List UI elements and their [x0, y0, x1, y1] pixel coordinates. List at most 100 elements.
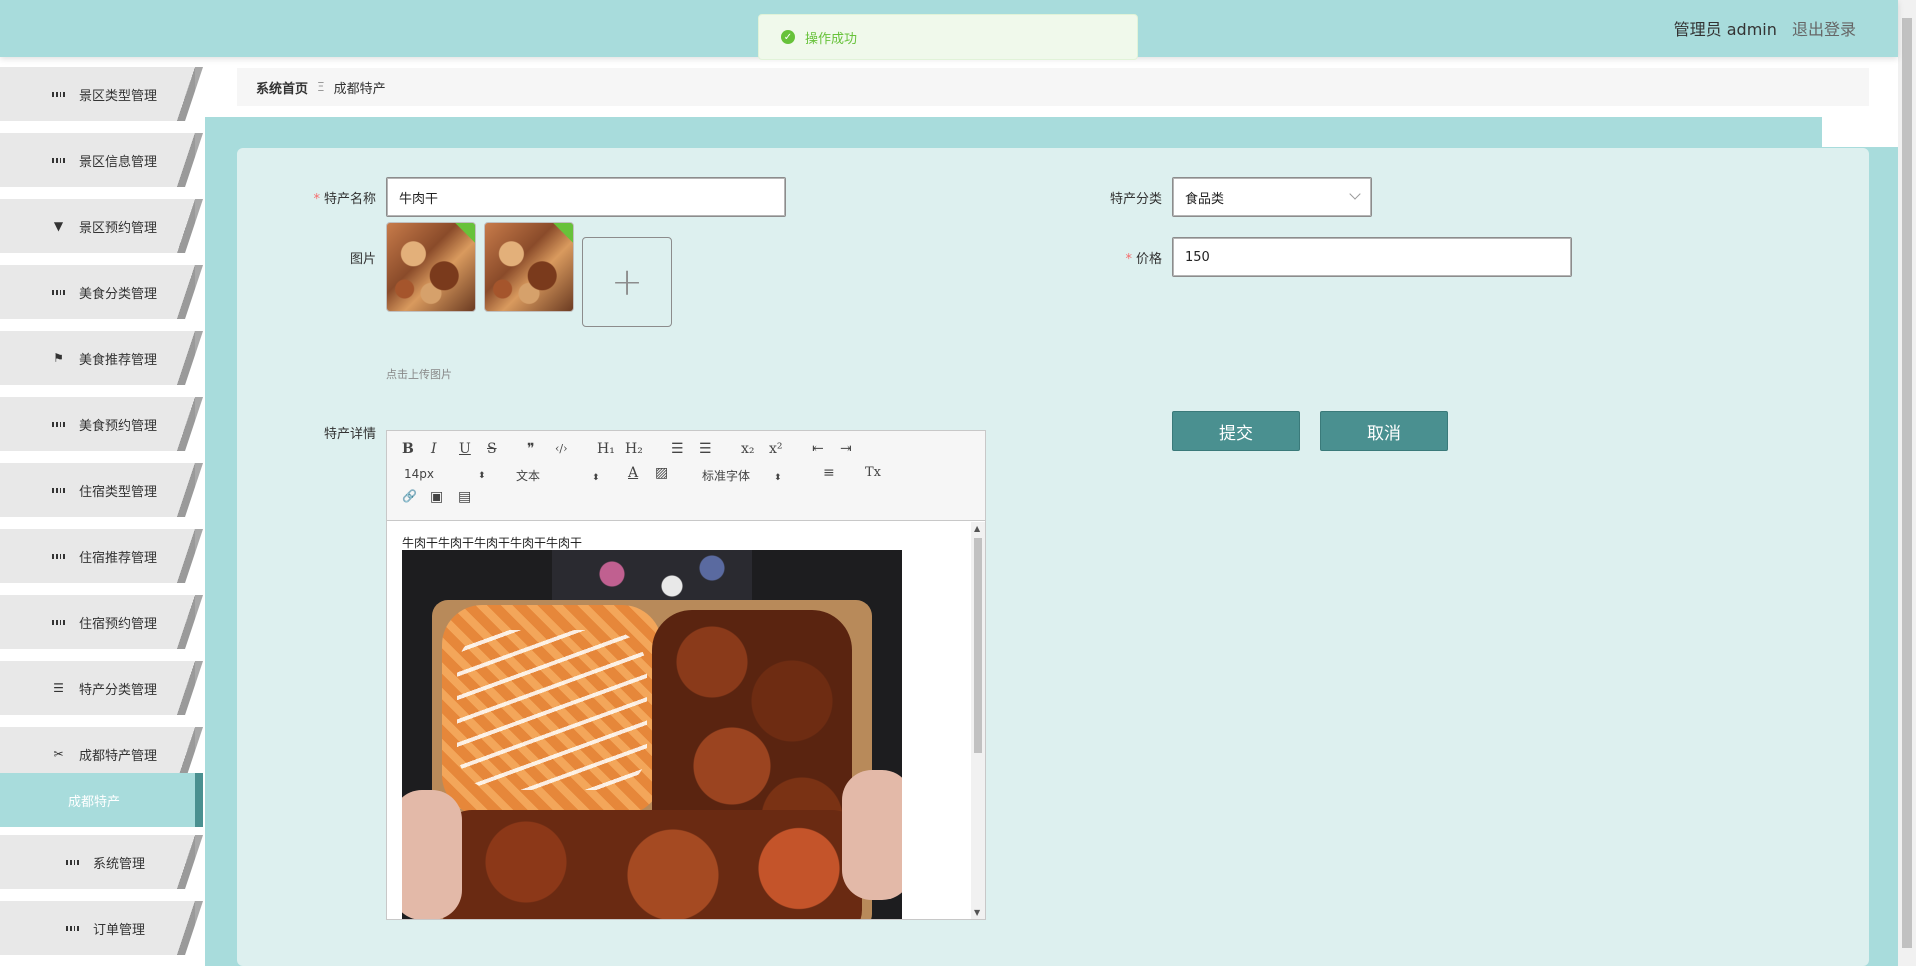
category-label: 特产分类	[1109, 192, 1162, 207]
price-label: * 价格	[1125, 252, 1162, 267]
sidebar-item-system[interactable]: 系统管理	[0, 835, 203, 889]
sidebar-item-lodging-type[interactable]: 住宿类型管理	[0, 463, 203, 517]
submenu-item-chengdu-specialty[interactable]: 成都特产	[0, 773, 203, 827]
sidebar-item-label: 系统管理	[93, 856, 146, 872]
sidebar-item-label: 特产分类管理	[79, 682, 158, 698]
sidebar-item-orders[interactable]: 订单管理	[0, 901, 203, 955]
link-button[interactable]: 🔗	[402, 489, 417, 503]
category-select-value: 食品类	[1185, 191, 1225, 207]
grid-icon	[66, 856, 79, 869]
submit-button[interactable]: 提交	[1172, 411, 1300, 451]
indent-button[interactable]: ⇥	[840, 441, 852, 457]
upload-button[interactable]: +	[582, 237, 672, 327]
uploaded-image-1[interactable]	[386, 222, 476, 312]
price-input[interactable]: 150	[1172, 237, 1572, 277]
sidebar-item-lodging-booking[interactable]: 住宿预约管理	[0, 595, 203, 649]
code-button[interactable]: ‹/›	[555, 442, 568, 455]
font-family-select[interactable]: 标准字体 ⬍	[702, 467, 782, 484]
ordered-list-button[interactable]: ☰	[671, 441, 684, 457]
outdent-button[interactable]: ⇤	[812, 441, 824, 457]
h1-button[interactable]: H₁	[597, 441, 615, 457]
sidebar-item-specialty-category[interactable]: ☰ 特产分类管理	[0, 661, 203, 715]
background-color-button[interactable]: ▨	[655, 465, 668, 481]
sidebar-item-food-recommend[interactable]: ⚑ 美食推荐管理	[0, 331, 203, 385]
logout-link[interactable]: 退出登录	[1792, 20, 1856, 39]
bullet-list-button[interactable]: ☰	[699, 441, 712, 457]
stamp-icon: ▼	[53, 219, 64, 233]
toast-message: 操作成功	[805, 31, 858, 47]
editor-text: 牛肉干牛肉干牛肉干牛肉干牛肉干	[402, 536, 583, 550]
category-select[interactable]: 食品类	[1172, 177, 1372, 217]
detail-label: 特产详情	[323, 427, 376, 442]
align-button[interactable]: ≡	[823, 465, 835, 481]
sidebar-item-scenic-booking[interactable]: ▼ 景区预约管理	[0, 199, 203, 253]
updown-icon: ⬍	[592, 473, 600, 483]
sidebar-item-food-category[interactable]: 美食分类管理	[0, 265, 203, 319]
text-color-button[interactable]: A	[628, 465, 638, 481]
success-toast: ✓ 操作成功	[758, 14, 1138, 60]
sidebar-item-lodging-recommend[interactable]: 住宿推荐管理	[0, 529, 203, 583]
sidebar-item-label: 住宿预约管理	[79, 616, 158, 632]
sidebar-item-label: 美食分类管理	[79, 286, 158, 302]
price-input-value: 150	[1185, 249, 1210, 265]
flag-icon: ⚑	[53, 351, 64, 365]
sidebar-item-label: 景区预约管理	[79, 220, 158, 236]
sidebar-item-label: 景区信息管理	[79, 154, 158, 170]
sidebar-item-label: 住宿类型管理	[79, 484, 158, 500]
font-size-select[interactable]: 14px ⬍	[404, 467, 486, 481]
grid-icon	[52, 418, 65, 431]
breadcrumb-home[interactable]: 系统首页	[256, 78, 308, 97]
submenu-item-label: 成都特产	[68, 794, 121, 810]
scroll-down-icon[interactable]: ▼	[974, 908, 980, 917]
sidebar-item-scenic-info[interactable]: 景区信息管理	[0, 133, 203, 187]
grid-icon	[52, 550, 65, 563]
quote-button[interactable]: ❞	[527, 441, 535, 457]
breadcrumb-current: 成都特产	[333, 81, 386, 97]
sidebar-item-label: 美食预约管理	[79, 418, 158, 434]
page-scroll-thumb[interactable]	[1902, 18, 1912, 948]
grid-icon	[66, 922, 79, 935]
superscript-button[interactable]: x²	[769, 441, 783, 457]
text-style-select[interactable]: 文本 ⬍	[516, 467, 600, 484]
chevron-down-icon	[1349, 188, 1361, 200]
image-label: 图片	[349, 252, 376, 267]
breadcrumb-separator: Ξ	[317, 80, 325, 94]
sidebar-item-food-booking[interactable]: 美食预约管理	[0, 397, 203, 451]
bold-button[interactable]: B	[402, 441, 414, 457]
editor-scroll-thumb[interactable]	[974, 538, 982, 753]
image-button[interactable]: ▣	[430, 489, 443, 505]
user-area: 管理员 admin 退出登录	[1674, 16, 1856, 40]
editor-embedded-image[interactable]	[402, 550, 902, 919]
uploaded-image-2[interactable]	[484, 222, 574, 312]
rich-text-editor: B I U S ❞ ‹/› H₁ H₂ ☰ ☰ x₂ x² ⇤ ⇥ 14px ⬍ …	[386, 430, 986, 920]
name-input-value: 牛肉干	[399, 191, 439, 207]
breadcrumb: 系统首页 Ξ 成都特产	[237, 68, 1869, 106]
name-label: * 特产名称	[313, 192, 376, 207]
list-icon: ☰	[53, 681, 64, 695]
sidebar-item-scenic-type[interactable]: 景区类型管理	[0, 67, 203, 121]
upload-tip: 点击上传图片	[386, 368, 452, 381]
h2-button[interactable]: H₂	[625, 441, 643, 457]
clear-format-button[interactable]: Tx	[865, 465, 881, 480]
content-right-gap	[1822, 117, 1898, 147]
italic-button[interactable]: I	[431, 441, 437, 457]
page-scrollbar[interactable]	[1898, 0, 1916, 966]
sidebar: 景区类型管理 景区信息管理 ▼ 景区预约管理 美食分类管理 ⚑ 美食推荐管理 美…	[0, 57, 205, 966]
subscript-button[interactable]: x₂	[741, 441, 755, 457]
check-circle-icon: ✓	[781, 30, 795, 44]
grid-icon	[52, 286, 65, 299]
scroll-up-icon[interactable]: ▲	[974, 524, 980, 533]
editor-toolbar: B I U S ❞ ‹/› H₁ H₂ ☰ ☰ x₂ x² ⇤ ⇥ 14px ⬍ …	[387, 431, 985, 521]
cancel-button[interactable]: 取消	[1320, 411, 1448, 451]
editor-content[interactable]: 牛肉干牛肉干牛肉干牛肉干牛肉干	[387, 522, 973, 919]
editor-scrollbar[interactable]: ▲ ▼	[971, 522, 985, 919]
name-input[interactable]: 牛肉干	[386, 177, 786, 217]
video-button[interactable]: ▤	[458, 489, 471, 505]
grid-icon	[52, 484, 65, 497]
grid-icon	[52, 88, 65, 101]
updown-icon: ⬍	[774, 473, 782, 483]
strike-button[interactable]: S	[487, 441, 497, 457]
underline-button[interactable]: U	[459, 441, 471, 457]
user-label: 管理员 admin	[1673, 20, 1777, 39]
sidebar-item-label: 成都特产管理	[79, 748, 158, 764]
